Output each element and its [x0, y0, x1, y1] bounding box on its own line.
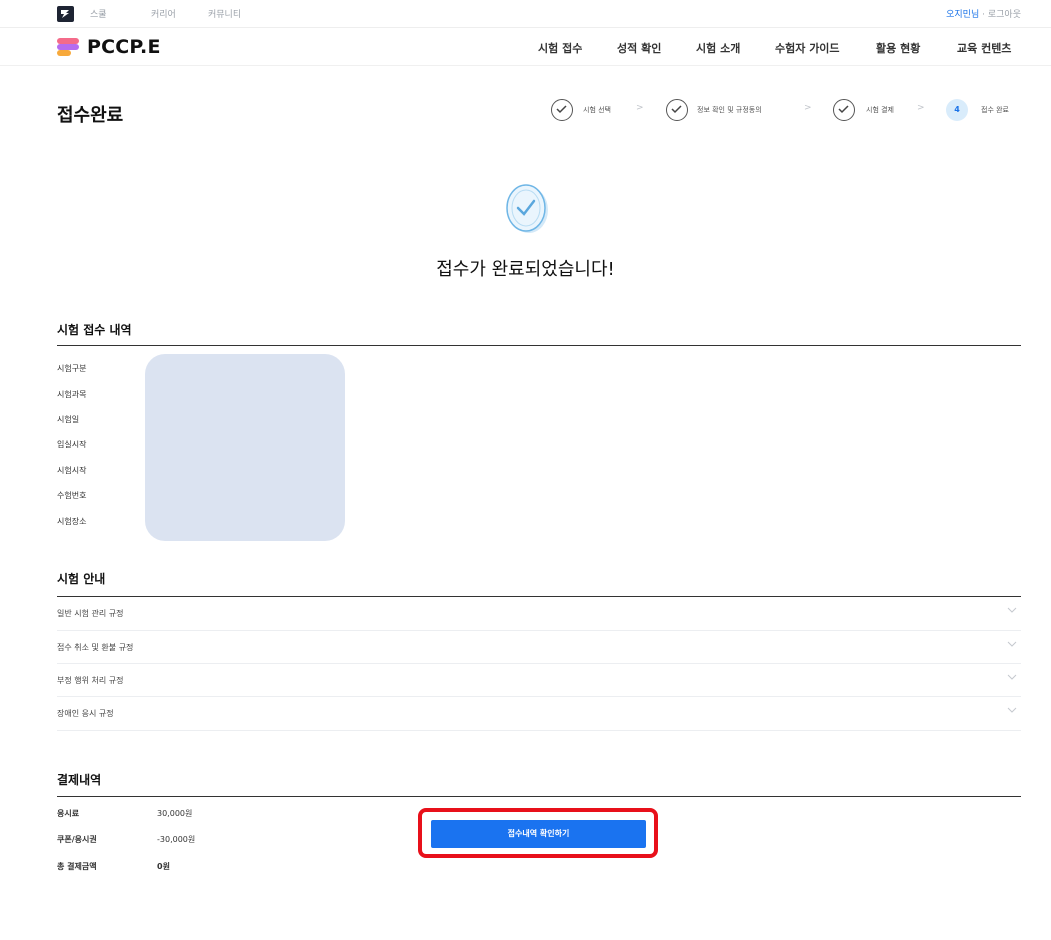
field-label-entry-start: 입실시작	[57, 440, 87, 449]
confirm-registration-button[interactable]: 접수내역 확인하기	[431, 820, 646, 848]
success-message: 접수가 완료되었습니다!	[436, 259, 615, 280]
field-label-exam-start: 시험시작	[57, 466, 87, 475]
nav-link-school[interactable]: 스쿨	[90, 7, 107, 20]
field-label-examinee-number: 수험번호	[57, 491, 87, 500]
list-divider	[57, 730, 1021, 731]
field-label-exam-subject: 시험과목	[57, 390, 87, 399]
payment-value-fee: 30,000원	[157, 809, 193, 818]
programmers-logo-icon[interactable]	[57, 6, 74, 22]
gnb-examinee-guide[interactable]: 수험자 가이드	[775, 40, 840, 56]
accordion-item-disability-rules[interactable]: 장애인 응시 규정	[57, 697, 1021, 730]
payment-value-total: 0원	[157, 862, 170, 871]
user-menu: 오지민님 · 로그아웃	[946, 7, 1021, 20]
payment-label-fee: 응시료	[57, 809, 80, 818]
section-title-payment: 결제내역	[57, 773, 102, 787]
accordion-label: 접수 취소 및 환불 규정	[57, 643, 134, 652]
payment-label-coupon: 쿠폰/응시권	[57, 835, 97, 844]
gnb-education-content[interactable]: 교육 컨텐츠	[957, 40, 1011, 56]
check-badge-icon	[502, 183, 550, 235]
separator: ·	[982, 10, 985, 20]
accordion-item-refund-rules[interactable]: 접수 취소 및 환불 규정	[57, 631, 1021, 664]
pccpe-logo-icon	[57, 38, 81, 56]
payment-label-total: 총 결제금액	[57, 862, 97, 871]
nav-link-community[interactable]: 커뮤니티	[208, 7, 241, 20]
redacted-details	[145, 354, 345, 541]
nav-link-career[interactable]: 커리어	[151, 7, 176, 20]
brand-name: PCCP.E	[87, 36, 161, 58]
section-divider	[57, 345, 1021, 346]
payment-value-coupon: -30,000원	[157, 835, 196, 844]
main-header: PCCP.E 시험 접수 성적 확인 시험 소개 수험자 가이드 활용 현황 교…	[0, 28, 1051, 66]
check-circle-icon	[551, 99, 573, 121]
brand-logo[interactable]: PCCP.E	[57, 35, 161, 59]
step-label-info-agree: 정보 확인 및 규정동의	[697, 106, 762, 114]
chevron-right-icon: >	[636, 103, 644, 113]
accordion-label: 부정 행위 처리 규정	[57, 676, 124, 685]
chevron-down-icon	[1007, 641, 1017, 647]
chevron-down-icon	[1007, 707, 1017, 713]
field-label-exam-date: 시험일	[57, 415, 80, 424]
logout-link[interactable]: 로그아웃	[988, 10, 1021, 20]
gnb-exam-intro[interactable]: 시험 소개	[696, 40, 740, 56]
field-label-exam-type: 시험구분	[57, 364, 87, 373]
section-divider	[57, 796, 1021, 797]
section-title-guide: 시험 안내	[57, 572, 106, 586]
top-utility-bar: 스쿨 커리어 커뮤니티 오지민님 · 로그아웃	[0, 0, 1051, 28]
chevron-down-icon	[1007, 607, 1017, 613]
chevron-right-icon: >	[917, 103, 925, 113]
step-label-select: 시험 선택	[583, 106, 611, 114]
check-circle-icon	[666, 99, 688, 121]
page-title: 접수완료	[57, 105, 124, 126]
gnb-usage-status[interactable]: 활용 현황	[876, 40, 920, 56]
chevron-right-icon: >	[804, 103, 812, 113]
step-label-payment: 시험 결제	[866, 106, 894, 114]
gnb-exam-registration[interactable]: 시험 접수	[538, 40, 582, 56]
field-label-exam-location: 시험장소	[57, 517, 87, 526]
accordion-item-misconduct-rules[interactable]: 부정 행위 처리 규정	[57, 664, 1021, 697]
check-circle-icon	[833, 99, 855, 121]
step-label-complete: 접수 완료	[981, 106, 1009, 114]
chevron-down-icon	[1007, 674, 1017, 680]
accordion-item-general-rules[interactable]: 일반 시험 관리 규정	[57, 597, 1021, 630]
accordion-label: 장애인 응시 규정	[57, 709, 114, 718]
user-name-link[interactable]: 오지민님	[946, 10, 979, 20]
step-number-badge: 4	[946, 99, 968, 121]
section-title-registration: 시험 접수 내역	[57, 323, 132, 337]
gnb-score-check[interactable]: 성적 확인	[617, 40, 661, 56]
accordion-label: 일반 시험 관리 규정	[57, 609, 124, 618]
